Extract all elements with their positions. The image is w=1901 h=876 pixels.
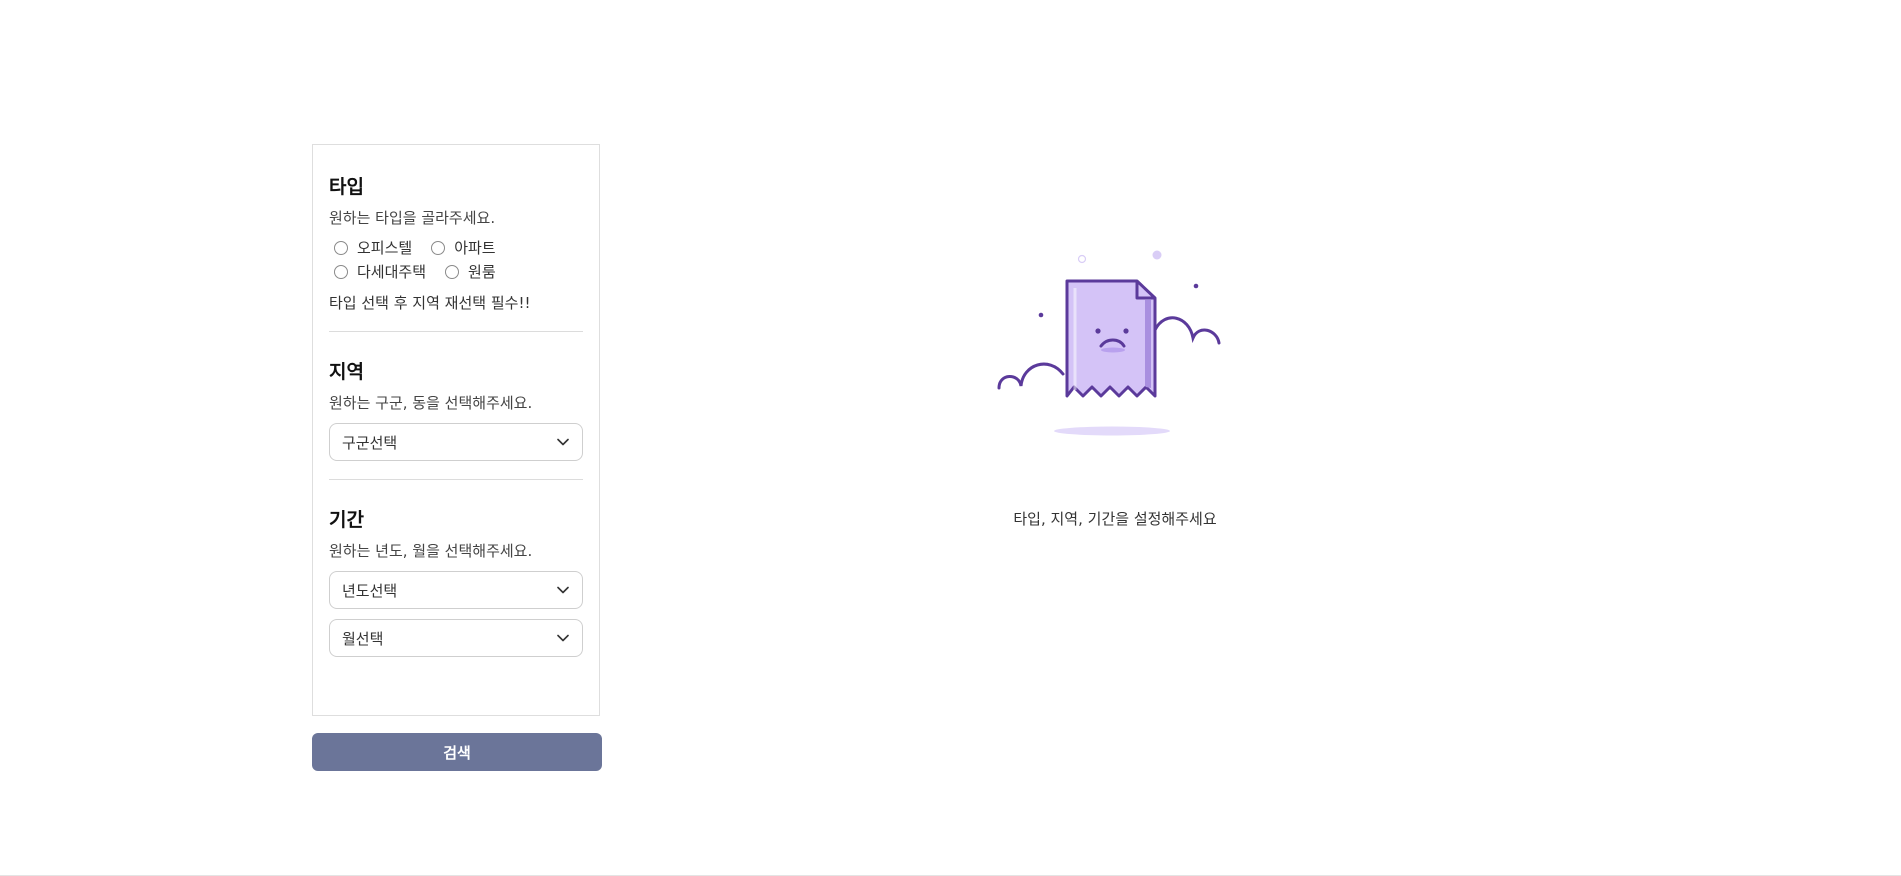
section-divider <box>329 479 583 480</box>
radio-button[interactable] <box>445 265 460 279</box>
month-select[interactable]: 월선택 <box>329 619 583 657</box>
radio-label-officetel: 오피스텔 <box>357 239 413 257</box>
chevron-down-icon <box>556 631 570 645</box>
radio-label-apartment: 아파트 <box>454 239 496 257</box>
type-radio-row-2: 다세대주택 원룸 <box>329 262 583 282</box>
type-section-description: 원하는 타입을 골라주세요. <box>329 209 496 227</box>
region-section-description: 원하는 구군, 동을 선택해주세요. <box>329 394 533 412</box>
period-section-description: 원하는 년도, 월을 선택해주세요. <box>329 542 533 560</box>
year-select-value: 년도선택 <box>342 581 398 600</box>
radio-label-one-room: 원룸 <box>468 263 496 281</box>
region-section-title: 지역 <box>329 361 364 383</box>
radio-officetel[interactable]: 오피스텔 <box>329 238 412 258</box>
radio-label-multi-family: 다세대주택 <box>357 263 427 281</box>
sad-document-icon <box>997 250 1221 436</box>
district-select-value: 구군선택 <box>342 433 398 452</box>
filter-panel: 타입 원하는 타입을 골라주세요. 오피스텔 아파트 다세대주택 원룸 타입 선… <box>312 144 600 716</box>
empty-state-message: 타입, 지역, 기간을 설정해주세요 <box>1013 510 1217 528</box>
district-select[interactable]: 구군선택 <box>329 423 583 461</box>
type-radio-row-1: 오피스텔 아파트 <box>329 238 583 258</box>
radio-button[interactable] <box>334 265 348 279</box>
type-note: 타입 선택 후 지역 재선택 필수!! <box>329 294 531 312</box>
empty-state: 타입, 지역, 기간을 설정해주세요 <box>985 240 1245 528</box>
search-button[interactable]: 검색 <box>312 733 602 771</box>
chevron-down-icon <box>556 435 570 449</box>
section-divider <box>329 331 583 332</box>
page: 타입 원하는 타입을 골라주세요. 오피스텔 아파트 다세대주택 원룸 타입 선… <box>0 0 1901 876</box>
type-section-title: 타입 <box>329 176 364 198</box>
radio-button[interactable] <box>334 241 348 255</box>
year-select[interactable]: 년도선택 <box>329 571 583 609</box>
radio-multi-family[interactable]: 다세대주택 <box>329 262 426 282</box>
chevron-down-icon <box>556 583 570 597</box>
radio-apartment[interactable]: 아파트 <box>426 238 496 258</box>
radio-button[interactable] <box>431 241 446 255</box>
radio-one-room[interactable]: 원룸 <box>440 262 496 282</box>
month-select-value: 월선택 <box>342 629 384 648</box>
period-section-title: 기간 <box>329 509 364 531</box>
